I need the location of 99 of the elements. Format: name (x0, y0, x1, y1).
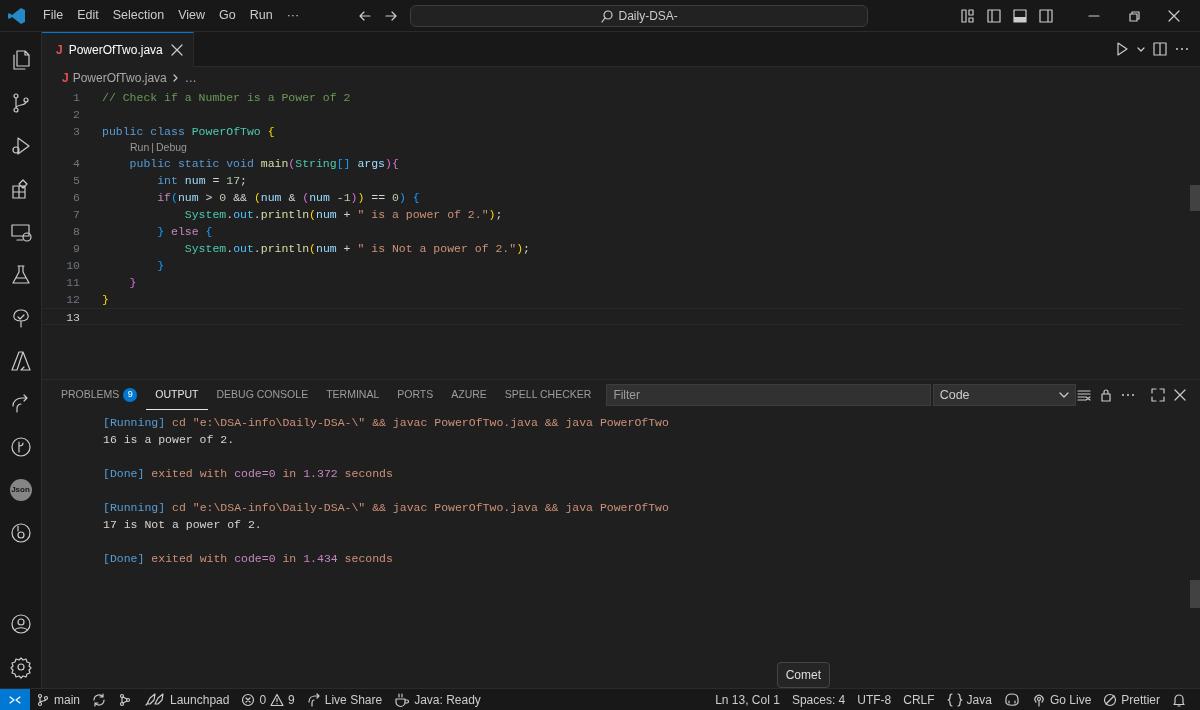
clear-output-icon[interactable] (1076, 387, 1092, 403)
menu-item[interactable]: View (171, 6, 212, 25)
status-item[interactable]: main (30, 688, 86, 710)
panel-tab[interactable]: TERMINAL (317, 380, 389, 410)
codelens-link[interactable]: Run (130, 140, 150, 155)
line-number: 9 (72, 241, 80, 257)
sync-icon[interactable] (92, 692, 106, 707)
azure-icon[interactable] (8, 348, 33, 373)
bell-icon[interactable] (1172, 692, 1186, 707)
line-number: 5 (72, 173, 80, 189)
line-number: 8 (72, 224, 80, 240)
breadcrumb-item[interactable]: PowerOfTwo.java (72, 69, 167, 87)
braces-icon (946, 691, 963, 708)
status-item[interactable]: UTF-8 (851, 688, 898, 710)
command-center[interactable]: Daily-DSA- (410, 4, 869, 27)
tooltip: Comet (776, 662, 830, 688)
line-number: 13 (65, 310, 80, 324)
line-number: 11 (65, 275, 80, 291)
line-number: 7 (72, 207, 80, 223)
account-icon[interactable] (8, 611, 33, 636)
scrollbar[interactable] (1190, 580, 1200, 608)
remote-button[interactable] (0, 688, 30, 710)
java-file-icon: J (62, 69, 69, 87)
menu-item[interactable]: ··· (279, 6, 307, 25)
status-item[interactable]: Ln 13, Col 1 (709, 688, 786, 710)
code-line: System.out.println(num + " is a power of 2."); (183, 207, 503, 223)
git-graph-icon[interactable] (8, 434, 33, 459)
coffee-cup-icon (394, 691, 411, 708)
panel-tab[interactable]: DEBUG CONSOLE (207, 380, 318, 410)
output-line: [Done] exited with code=0 in 1.372 seconds (103, 466, 394, 482)
editor-tab[interactable]: J PowerOfTwo.java (42, 32, 194, 67)
java-file-icon: J (56, 41, 63, 59)
code-line: } else { (156, 224, 213, 240)
problems-status[interactable]: 0 9 (235, 688, 301, 710)
status-item[interactable]: Go Live (1025, 688, 1098, 710)
status-item[interactable]: Launchpad (138, 688, 236, 710)
status-item[interactable]: Live Share (300, 688, 389, 710)
lock-icon[interactable] (1098, 387, 1114, 403)
panel-tab[interactable]: PROBLEMS 9 (52, 380, 147, 410)
ban-icon (1103, 692, 1118, 707)
breadcrumb-item[interactable]: … (184, 69, 197, 87)
line-number: 6 (72, 190, 80, 206)
line-number: 12 (65, 292, 80, 308)
git-graph-icon[interactable] (118, 692, 132, 707)
broadcast-icon (1031, 692, 1046, 707)
code-line: } (156, 258, 165, 274)
panel-toggle-icon[interactable] (1010, 7, 1030, 24)
output-line: 17 is Not a power of 2. (103, 517, 263, 533)
code-line: } (128, 275, 137, 291)
count-badge: 9 (123, 388, 138, 402)
line-number: 10 (65, 258, 80, 274)
code-line: // Check if a Number is a Power of 2 (101, 90, 351, 106)
search-icon (600, 8, 615, 23)
code-line: public static void main(String[] args){ (128, 156, 399, 172)
branch-icon (36, 692, 50, 707)
output-line: [Done] exited with code=0 in 1.434 seconds (103, 551, 394, 567)
warning-icon (270, 692, 285, 707)
line-number: 3 (72, 124, 80, 140)
json-icon[interactable]: Json (9, 478, 32, 501)
app-logo-icon[interactable] (8, 6, 26, 25)
line-number: 2 (72, 107, 80, 123)
maximize-icon[interactable] (1150, 387, 1166, 403)
output-line: [Running] cd "e:\DSA-info\Daily-DSA-\" && javac PowerOfTwo.java && java PowerOfTwo (103, 500, 670, 516)
code-line: if(num > 0 && (num & (num -1)) == 0) { (156, 190, 420, 206)
filter-field[interactable]: Filter (606, 384, 931, 406)
code-line: public class PowerOfTwo { (101, 124, 275, 140)
menu-item[interactable]: Edit (70, 6, 106, 25)
output-line: 16 is a power of 2. (103, 432, 236, 448)
code-line: } (101, 292, 109, 308)
status-item[interactable]: Prettier (1097, 688, 1166, 710)
code-line: System.out.println(num + " is Not a power of 2."); (183, 241, 530, 257)
panel-tab[interactable]: SPELL CHECKER (495, 380, 601, 410)
copilot-icon[interactable] (1003, 691, 1020, 708)
code-line: int num = 17; (156, 173, 247, 189)
panel-tab[interactable]: OUTPUT (146, 380, 208, 410)
scrollbar[interactable] (1190, 185, 1200, 211)
status-item[interactable]: Spaces: 4 (785, 688, 852, 710)
separator-text: | (151, 140, 154, 155)
secondary-sidebar-toggle-icon[interactable] (1036, 7, 1056, 24)
menu-item[interactable]: Selection (105, 6, 172, 25)
menu-item[interactable]: Run (242, 6, 280, 25)
menu-item[interactable]: Go (212, 6, 243, 25)
close-icon[interactable] (1172, 387, 1188, 403)
status-item[interactable]: Java (940, 688, 998, 710)
live-share-icon (306, 692, 321, 707)
codelens-link[interactable]: Debug (156, 140, 187, 155)
panel-tab[interactable]: AZURE (442, 380, 496, 410)
error-icon (241, 692, 256, 707)
run-icon[interactable] (1114, 41, 1130, 57)
status-item[interactable]: CRLF (897, 688, 941, 710)
menu-item[interactable]: File (36, 6, 71, 25)
line-number: 4 (72, 156, 80, 172)
output-line: [Running] cd "e:\DSA-info\Daily-DSA-\" && javac PowerOfTwo.java && java PowerOfTwo (103, 415, 670, 431)
sidebar-toggle-icon[interactable] (984, 7, 1004, 24)
channel-dropdown[interactable]: Code (932, 384, 1076, 406)
panel-tab[interactable]: PORTS (388, 380, 443, 410)
split-editor-icon[interactable] (1152, 41, 1168, 57)
line-number: 1 (72, 90, 80, 106)
status-item[interactable]: Java: Ready (388, 688, 487, 710)
